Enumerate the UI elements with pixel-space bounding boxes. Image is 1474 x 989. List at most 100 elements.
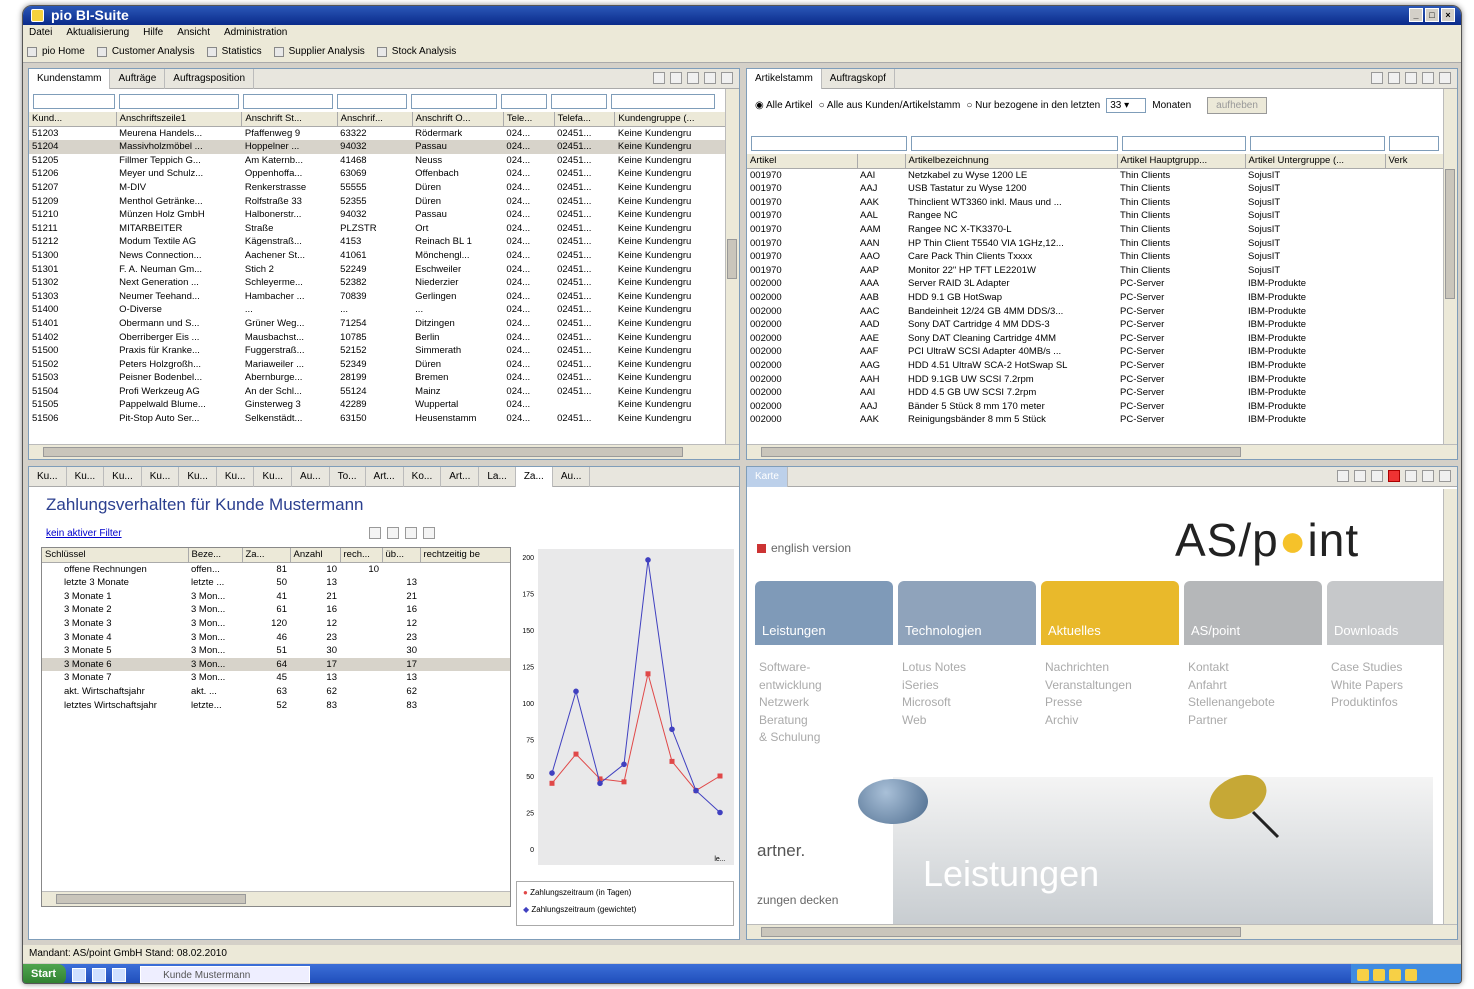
table-row[interactable]: 002000 AAA Server RAID 3L Adapter PC-Server…: [747, 277, 1443, 291]
column-header[interactable]: Verk: [1385, 154, 1443, 169]
table-row[interactable]: 51506 Pit-Stop Auto Ser... Selkenstädt... 6…: [29, 412, 725, 426]
scroll-thumb[interactable]: [43, 447, 683, 457]
maximize-view-icon[interactable]: [1439, 470, 1451, 482]
table-row[interactable]: 51303 Neumer Teehand... Hambacher ... 70839…: [29, 290, 725, 304]
table-row[interactable]: 51400 O-Diverse......... 024... 02451... Kei…: [29, 303, 725, 317]
table-row[interactable]: 51211 MITARBEITER Straße PLZSTR Ort 024... 024…: [29, 222, 725, 236]
perspective-pio-home[interactable]: pio Home: [27, 46, 85, 57]
forward-icon[interactable]: [1354, 470, 1366, 482]
column-header[interactable]: Anschrif...: [337, 112, 413, 127]
save-icon[interactable]: [405, 527, 417, 539]
print-icon[interactable]: [1405, 72, 1417, 84]
column-header[interactable]: Schlüssel: [42, 548, 189, 563]
data-point[interactable]: [645, 557, 651, 563]
column-header[interactable]: Artikel Hauptgrupp...: [1117, 154, 1246, 169]
data-point[interactable]: [573, 751, 579, 757]
table-row[interactable]: 3 Monate 3 3 Mon... 120 12 12: [42, 617, 510, 631]
menu-hilfe[interactable]: Hilfe: [143, 25, 163, 41]
menu-datei[interactable]: Datei: [29, 25, 52, 41]
tab-5[interactable]: Ku...: [179, 467, 217, 487]
minimize-view-icon[interactable]: [1422, 470, 1434, 482]
window-icon[interactable]: [112, 967, 127, 982]
column-header[interactable]: Telefa...: [554, 112, 616, 127]
scroll-thumb[interactable]: [761, 927, 1241, 937]
artikel-vscroll[interactable]: [1443, 89, 1457, 444]
tab-4[interactable]: Ku...: [142, 467, 180, 487]
table-row[interactable]: 51212 Modum Textile AG Kägenstraß... 4153 Re…: [29, 235, 725, 249]
browser-hscroll[interactable]: [747, 924, 1457, 939]
table-row[interactable]: akt. Wirtschaftsjahr akt. ... 63 62 62: [42, 685, 510, 699]
maximize-view-icon[interactable]: [721, 72, 733, 84]
zahlung-hscroll[interactable]: [42, 891, 510, 906]
data-point[interactable]: [549, 780, 555, 786]
table-row[interactable]: 002000 AAF PCI UltraW SCSI Adapter 40MB/s …: [747, 345, 1443, 359]
table-row[interactable]: 3 Monate 5 3 Mon... 51 30 30: [42, 644, 510, 658]
table-row[interactable]: 51302 Next Generation ... Schleyerme... 523…: [29, 276, 725, 290]
data-point[interactable]: [621, 761, 627, 768]
save-icon[interactable]: [670, 72, 682, 84]
table-row[interactable]: letztes Wirtschaftsjahr letzte... 52 83 83: [42, 699, 510, 713]
filter-input[interactable]: [1249, 136, 1386, 151]
minimize-view-icon[interactable]: [704, 72, 716, 84]
data-point[interactable]: [717, 773, 723, 779]
table-row[interactable]: 51504 Profi Werkzeug AG An der Schl... 5512…: [29, 385, 725, 399]
refresh-icon[interactable]: [1371, 470, 1383, 482]
tab-auftragskopf[interactable]: Auftragskopf: [822, 69, 895, 89]
column-header[interactable]: [857, 154, 906, 169]
menu-ansicht[interactable]: Ansicht: [177, 25, 210, 41]
back-icon[interactable]: [1337, 470, 1349, 482]
column-header[interactable]: Kund...: [29, 112, 117, 127]
kunden-hscroll[interactable]: [29, 444, 739, 459]
filter-input[interactable]: [1121, 136, 1246, 151]
data-point[interactable]: [621, 779, 627, 785]
tab-2[interactable]: Ku...: [67, 467, 105, 487]
table-row[interactable]: 002000 AAH HDD 9.1GB UW SCSI 7.2rpm PC-Serv…: [747, 373, 1443, 387]
table-row[interactable]: 002000 AAD Sony DAT Cartridge 4 MM DDS-3 PC…: [747, 318, 1443, 332]
tab-13[interactable]: La...: [479, 467, 516, 487]
table-row[interactable]: 51206 Meyer und Schulz... Oppenhoffa... 630…: [29, 167, 725, 181]
table-row[interactable]: 51503 Peisner Bodenbel... Abernburge... 281…: [29, 371, 725, 385]
minimize-button[interactable]: _: [1409, 8, 1423, 22]
column-header[interactable]: Artikel: [747, 154, 858, 169]
browser-vscroll[interactable]: [1443, 489, 1457, 924]
table-row[interactable]: offene Rechnungen offen... 81 10 10: [42, 562, 510, 576]
filter-input[interactable]: [411, 94, 497, 109]
table-row[interactable]: 51502 Peters Holzgroßh... Mariaweiler ... 5…: [29, 358, 725, 372]
data-point[interactable]: [669, 726, 675, 733]
tab-auftraege[interactable]: Aufträge: [110, 69, 166, 89]
save-icon[interactable]: [1405, 470, 1417, 482]
english-version-link[interactable]: english version: [757, 541, 851, 555]
table-row[interactable]: 3 Monate 1 3 Mon... 41 21 21: [42, 590, 510, 604]
nav-1[interactable]: Leistungen: [755, 581, 893, 645]
maximize-view-icon[interactable]: [1439, 72, 1451, 84]
table-row[interactable]: 51203 Meurena Handels... Pfaffenweg 9 63322…: [29, 126, 725, 140]
desktop-icon[interactable]: [72, 967, 87, 982]
save-icon[interactable]: [1388, 72, 1400, 84]
column-header[interactable]: Kundengruppe (...: [614, 112, 725, 127]
scroll-thumb[interactable]: [761, 447, 1241, 457]
tab-15[interactable]: Au...: [553, 467, 591, 487]
filter-input[interactable]: [501, 94, 547, 109]
scroll-thumb[interactable]: [727, 239, 737, 279]
home-icon[interactable]: [653, 72, 665, 84]
table-row[interactable]: 51500 Praxis für Kranke... Fuggerstraß... 5…: [29, 344, 725, 358]
table-row[interactable]: 001970 AAI Netzkabel zu Wyse 1200 LE Thin C…: [747, 168, 1443, 182]
tab-3[interactable]: Ku...: [104, 467, 142, 487]
column-header[interactable]: Anschrift O...: [412, 112, 504, 127]
tab-7[interactable]: Ku...: [254, 467, 293, 487]
data-point[interactable]: [693, 787, 699, 794]
tab-10[interactable]: Art...: [366, 467, 404, 487]
tab-8[interactable]: Au...: [292, 467, 330, 487]
table-row[interactable]: 51505 Pappelwald Blume... Ginsterweg 3 4228…: [29, 398, 725, 412]
nav-3[interactable]: Aktuelles: [1041, 581, 1179, 645]
tab-1[interactable]: Ku...: [29, 467, 67, 487]
menu-aktualisierung[interactable]: Aktualisierung: [66, 25, 129, 41]
menu-administration[interactable]: Administration: [224, 25, 287, 41]
expand-icon[interactable]: [369, 527, 381, 539]
home-icon[interactable]: [1371, 72, 1383, 84]
tray-icon[interactable]: [1405, 968, 1417, 981]
table-row[interactable]: 002000 AAE Sony DAT Cleaning Cartridge 4MM…: [747, 332, 1443, 346]
tab-9[interactable]: To...: [330, 467, 366, 487]
kunden-vscroll[interactable]: [725, 89, 739, 444]
close-button[interactable]: ×: [1441, 8, 1455, 22]
